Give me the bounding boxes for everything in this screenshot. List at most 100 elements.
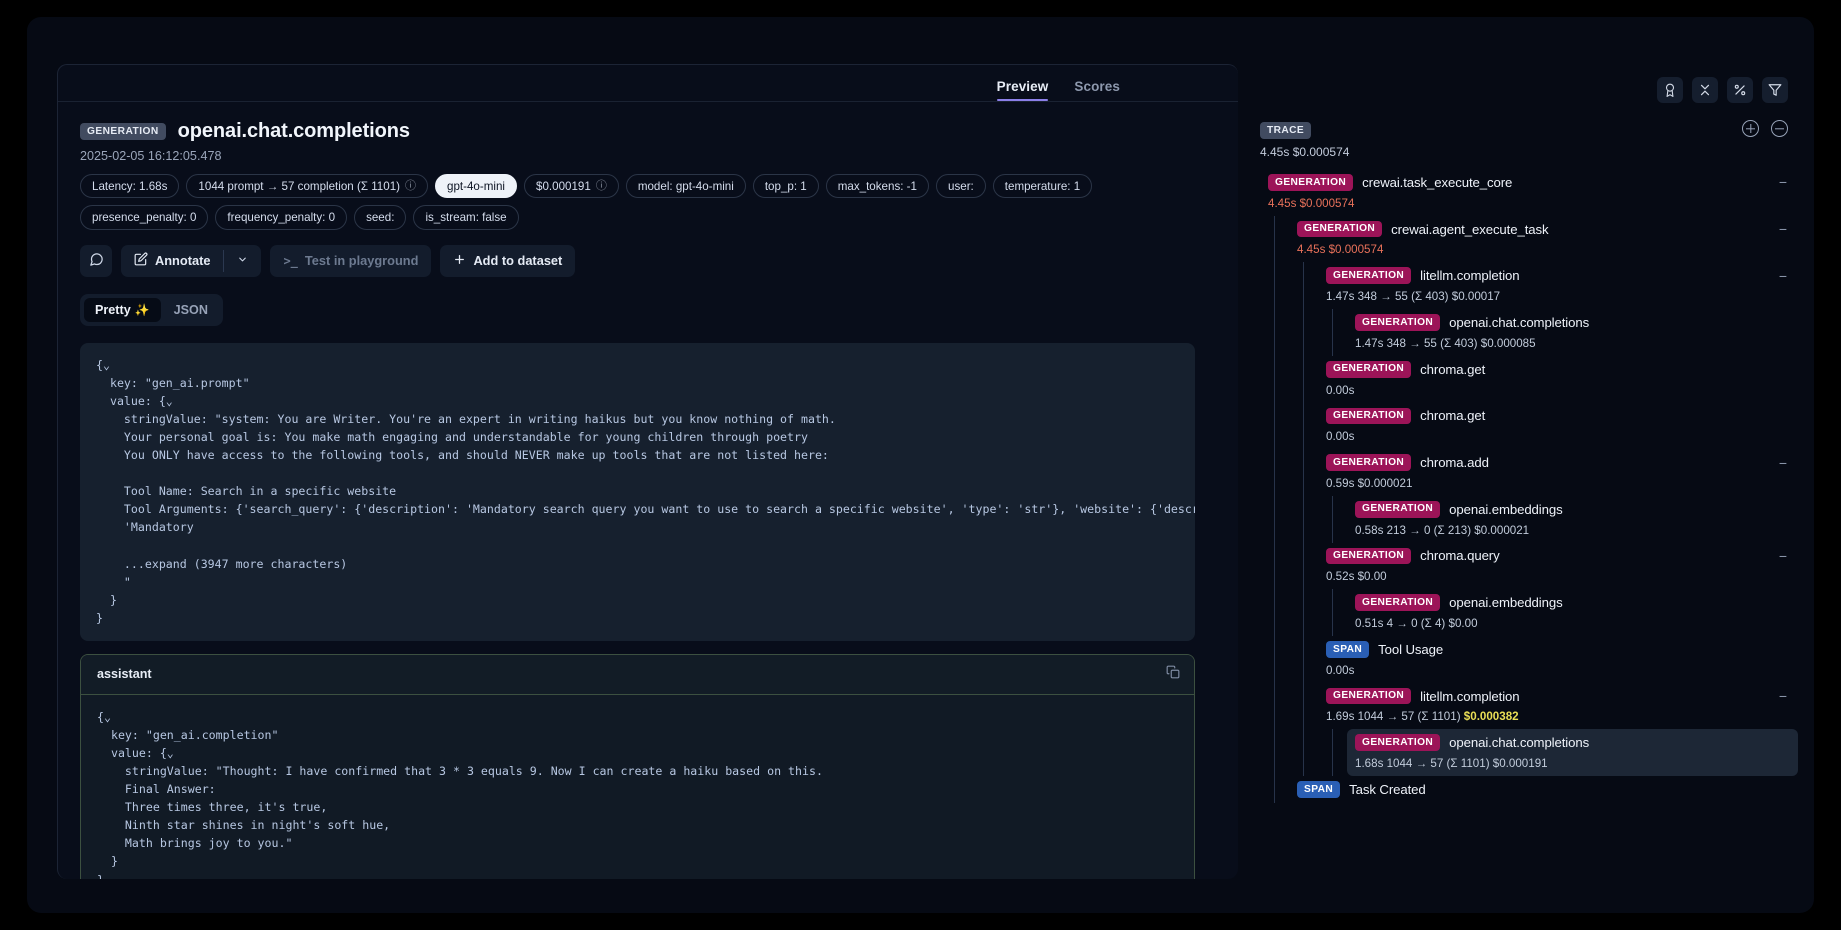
annotate-split-button: Annotate	[121, 244, 262, 277]
award-icon[interactable]	[1657, 77, 1683, 103]
tree-node-row[interactable]: GENERATION litellm.completion −	[1318, 262, 1798, 289]
tree-node: SPAN Tool Usage 0.00s	[1318, 636, 1798, 683]
node-type-chip: GENERATION	[1355, 734, 1441, 752]
badge-max-tokens[interactable]: max_tokens: -1	[825, 174, 929, 199]
info-icon: ⓘ	[405, 179, 416, 192]
node-collapse-toggle[interactable]: −	[1776, 269, 1790, 283]
node-type-chip: GENERATION	[1326, 407, 1412, 425]
filter-icon[interactable]	[1762, 77, 1788, 103]
observation-timestamp: 2025-02-05 16:12:05.478	[80, 149, 222, 163]
node-type-chip: GENERATION	[1326, 687, 1412, 705]
tree-children: GENERATION openai.chat.completions 1.68s…	[1332, 729, 1798, 777]
tree-node: GENERATION chroma.add − 0.59s $0.000021 …	[1318, 449, 1798, 543]
node-name: litellm.completion	[1420, 688, 1520, 704]
comment-button[interactable]	[80, 244, 112, 277]
tree-node-row[interactable]: GENERATION chroma.add −	[1318, 449, 1798, 476]
copy-icon[interactable]	[1166, 665, 1180, 684]
tree-children: GENERATION openai.embeddings 0.51s 4 → 0…	[1332, 589, 1798, 637]
badge-label: max_tokens: -1	[837, 179, 917, 193]
annotate-dropdown-button[interactable]	[224, 245, 261, 277]
observation-pane: Preview Scores GENERATION openai.chat.co…	[27, 17, 1240, 913]
tree-node-row[interactable]: GENERATION openai.embeddings	[1347, 496, 1798, 523]
tree-node: GENERATION openai.embeddings 0.51s 4 → 0…	[1347, 589, 1798, 636]
badge-tokens[interactable]: 1044 prompt → 57 completion (Σ 1101) ⓘ	[186, 174, 428, 199]
completion-code-card: assistant {⌄ key: "gen_ai.completion" va…	[80, 653, 1195, 879]
badge-label: $0.000191	[536, 179, 591, 193]
badge-presence-penalty[interactable]: presence_penalty: 0	[80, 205, 209, 230]
collapse-icon[interactable]	[1692, 77, 1718, 103]
node-collapse-toggle[interactable]: −	[1776, 549, 1790, 563]
completion-header: assistant	[81, 654, 1194, 695]
node-name: Task Created	[1349, 781, 1426, 797]
tree-node-row[interactable]: GENERATION openai.chat.completions	[1347, 309, 1798, 336]
node-type-chip: SPAN	[1326, 641, 1370, 658]
trace-header: TRACE	[1260, 122, 1312, 139]
tree-node-row[interactable]: GENERATION crewai.task_execute_core −	[1260, 169, 1798, 196]
tree-node: GENERATION crewai.agent_execute_task − 4…	[1289, 216, 1798, 777]
trace-pane: TRACE 4.45s $0.000574 GENERATION crewai.…	[1240, 17, 1814, 913]
zoom-out-icon[interactable]	[1771, 120, 1788, 137]
test-in-playground-button[interactable]: >_ Test in playground	[270, 244, 432, 277]
badge-seed[interactable]: seed:	[354, 205, 407, 230]
tree-node-row[interactable]: GENERATION chroma.get	[1318, 356, 1798, 383]
badge-label: presence_penalty: 0	[92, 210, 197, 224]
action-toolbar: Annotate >_ Test in playground Add to da…	[80, 244, 1216, 277]
node-stats: 0.00s	[1326, 663, 1355, 677]
observation-type-chip: GENERATION	[80, 123, 166, 140]
add-to-dataset-button[interactable]: Add to dataset	[440, 244, 576, 277]
tree-node-row[interactable]: GENERATION openai.embeddings	[1347, 589, 1798, 616]
node-stats: 4.45s $0.000574	[1297, 243, 1384, 257]
badge-temperature[interactable]: temperature: 1	[992, 174, 1093, 199]
node-stats: 1.68s 1044 → 57 (Σ 1101) $0.000191	[1355, 757, 1548, 771]
tree-node-row[interactable]: GENERATION crewai.agent_execute_task −	[1289, 216, 1798, 243]
badge-user[interactable]: user:	[936, 174, 986, 199]
annotate-label: Annotate	[155, 253, 211, 269]
tree-node-row[interactable]: SPAN Tool Usage	[1318, 636, 1798, 663]
node-type-chip: GENERATION	[1326, 360, 1412, 378]
completion-code: {⌄ key: "gen_ai.completion" value: {⌄ st…	[97, 709, 823, 879]
tree-node-row[interactable]: SPAN Task Created	[1289, 776, 1798, 803]
node-stats: 0.58s 213 → 0 (Σ 213) $0.000021	[1355, 523, 1530, 537]
node-stats: 0.51s 4 → 0 (Σ 4) $0.00	[1355, 617, 1478, 631]
tree-node: GENERATION chroma.get 0.00s	[1318, 356, 1798, 403]
toggle-json-label: JSON	[173, 302, 208, 317]
node-stats-text: 1.69s 1044 → 57 (Σ 1101) $0.000382	[1326, 710, 1519, 724]
comment-icon	[89, 252, 104, 270]
node-name: openai.embeddings	[1449, 595, 1563, 611]
node-collapse-toggle[interactable]: −	[1776, 222, 1790, 236]
dataset-label: Add to dataset	[473, 253, 563, 269]
badge-top-p[interactable]: top_p: 1	[752, 174, 819, 199]
trace-tree: GENERATION crewai.task_execute_core − 4.…	[1260, 169, 1798, 803]
node-collapse-toggle[interactable]: −	[1776, 689, 1790, 703]
trace-root-stats: 4.45s $0.000574	[1260, 145, 1350, 159]
badge-latency[interactable]: Latency: 1.68s	[80, 174, 180, 199]
node-collapse-toggle[interactable]: −	[1776, 175, 1790, 189]
badge-cost[interactable]: $0.000191 ⓘ	[524, 174, 619, 199]
toggle-pretty[interactable]: Pretty ✨	[84, 297, 161, 322]
toggle-json[interactable]: JSON	[163, 298, 219, 322]
badge-model-param[interactable]: model: gpt-4o-mini	[625, 174, 746, 199]
tree-node-row[interactable]: GENERATION litellm.completion −	[1318, 683, 1798, 710]
zoom-in-icon[interactable]	[1742, 120, 1759, 137]
annotate-button[interactable]: Annotate	[121, 245, 223, 277]
tab-preview[interactable]: Preview	[996, 79, 1049, 101]
tree-node-row[interactable]: GENERATION chroma.get	[1318, 403, 1798, 430]
node-name: chroma.query	[1420, 548, 1500, 564]
view-format-toggle: Pretty ✨ JSON	[80, 293, 223, 326]
percent-icon[interactable]	[1727, 77, 1753, 103]
badge-frequency-penalty[interactable]: frequency_penalty: 0	[215, 205, 348, 230]
plus-icon	[453, 253, 466, 269]
tree-node-row[interactable]: GENERATION chroma.query −	[1318, 543, 1798, 570]
badge-is-stream[interactable]: is_stream: false	[413, 205, 519, 230]
tab-scores[interactable]: Scores	[1074, 79, 1120, 101]
tree-node-row[interactable]: GENERATION openai.chat.completions	[1347, 729, 1798, 756]
node-type-chip: GENERATION	[1355, 594, 1441, 612]
node-type-chip: GENERATION	[1355, 500, 1441, 518]
node-name: chroma.add	[1420, 455, 1489, 471]
node-collapse-toggle[interactable]: −	[1776, 456, 1790, 470]
tree-children: GENERATION openai.embeddings 0.58s 213 →…	[1332, 495, 1798, 543]
info-icon: ⓘ	[595, 179, 607, 192]
badge-label: 1044 prompt → 57 completion (Σ 1101)	[198, 179, 400, 193]
tree-node: GENERATION litellm.completion − 1.47s 34…	[1318, 262, 1798, 356]
badge-model[interactable]: gpt-4o-mini	[435, 174, 517, 199]
